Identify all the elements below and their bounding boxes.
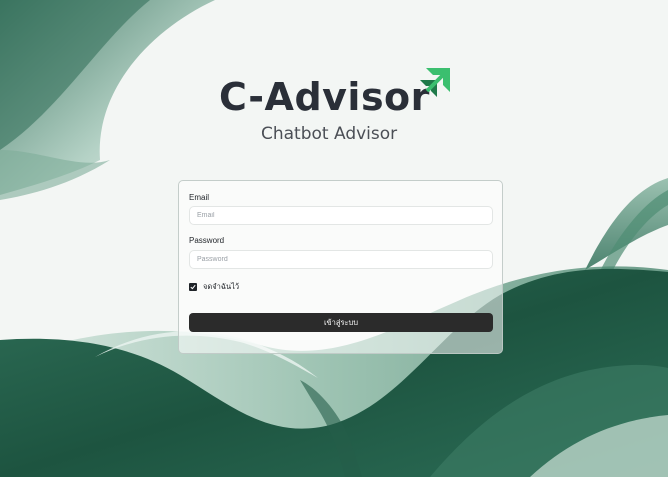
password-label: Password (189, 236, 225, 245)
email-label: Email (189, 193, 210, 202)
brand-name: C-Advisor (219, 75, 430, 119)
login-button[interactable]: เข้าสู่ระบบ (189, 313, 493, 332)
brand-tagline: Chatbot Advisor (261, 124, 398, 144)
check-icon (190, 284, 196, 290)
remember-me[interactable]: จดจำฉันไว้ (189, 282, 239, 292)
remember-checkbox[interactable] (189, 283, 197, 291)
login-card: Email Password จดจำฉันไว้ เข้าสู่ระบบ (178, 180, 503, 354)
double-arrow-up-right-icon (420, 68, 450, 97)
email-input[interactable] (189, 206, 493, 225)
password-input[interactable] (189, 250, 493, 269)
brand-logo: C-Advisor Chatbot Advisor (215, 66, 455, 150)
remember-label: จดจำฉันไว้ (203, 282, 240, 292)
